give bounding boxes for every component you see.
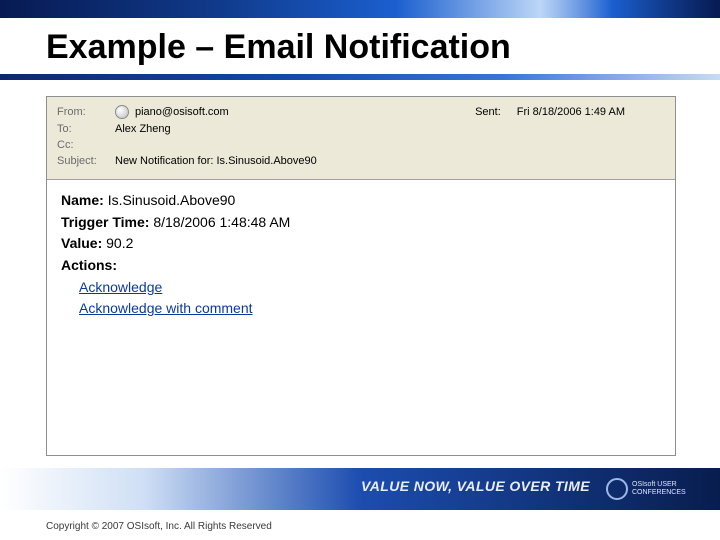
trigger-value: 8/18/2006 1:48:48 AM: [153, 214, 290, 230]
header-row-from: From: piano@osisoft.com Sent: Fri 8/18/2…: [57, 103, 665, 121]
header-row-cc: Cc:: [57, 137, 665, 153]
value-label: Value:: [61, 235, 102, 251]
conference-line1: OSIsoft USER: [632, 481, 686, 489]
title-underline: [0, 74, 720, 80]
name-label: Name:: [61, 192, 104, 208]
band-slogan: VALUE NOW, VALUE OVER TIME: [361, 478, 590, 494]
acknowledge-comment-link[interactable]: Acknowledge with comment: [79, 298, 253, 320]
body-value: Value: 90.2: [61, 233, 661, 255]
globe-icon: [115, 105, 129, 119]
sent-label: Sent:: [475, 106, 501, 118]
subject-label: Subject:: [57, 155, 115, 167]
slide-title: Example – Email Notification: [46, 28, 511, 67]
cc-label: Cc:: [57, 139, 115, 151]
from-value: piano@osisoft.com: [135, 106, 229, 118]
email-header: From: piano@osisoft.com Sent: Fri 8/18/2…: [47, 97, 675, 180]
email-body: Name: Is.Sinusoid.Above90 Trigger Time: …: [47, 180, 675, 330]
bottom-band: VALUE NOW, VALUE OVER TIME OSIsoft USER …: [0, 468, 720, 510]
sent-value: Fri 8/18/2006 1:49 AM: [517, 106, 625, 118]
body-name: Name: Is.Sinusoid.Above90: [61, 190, 661, 212]
trigger-label: Trigger Time:: [61, 214, 149, 230]
subject-value: New Notification for: Is.Sinusoid.Above9…: [115, 155, 317, 167]
header-row-subject: Subject: New Notification for: Is.Sinuso…: [57, 153, 665, 169]
top-stripe: [0, 0, 720, 18]
actions-label: Actions:: [61, 257, 117, 273]
name-value: Is.Sinusoid.Above90: [108, 192, 236, 208]
header-row-to: To: Alex Zheng: [57, 121, 665, 137]
to-label: To:: [57, 123, 115, 135]
value-value: 90.2: [106, 235, 133, 251]
ring-icon: [606, 478, 628, 500]
copyright: Copyright © 2007 OSIsoft, Inc. All Right…: [46, 521, 272, 532]
from-label: From:: [57, 106, 115, 118]
body-actions: Actions:: [61, 255, 661, 277]
email-window: From: piano@osisoft.com Sent: Fri 8/18/2…: [46, 96, 676, 456]
conference-line2: CONFERENCES: [632, 489, 686, 497]
body-trigger: Trigger Time: 8/18/2006 1:48:48 AM: [61, 212, 661, 234]
to-value: Alex Zheng: [115, 123, 171, 135]
acknowledge-link[interactable]: Acknowledge: [79, 277, 162, 299]
sent-block: Sent: Fri 8/18/2006 1:49 AM: [475, 106, 665, 118]
conference-badge: OSIsoft USER CONFERENCES: [606, 472, 706, 506]
